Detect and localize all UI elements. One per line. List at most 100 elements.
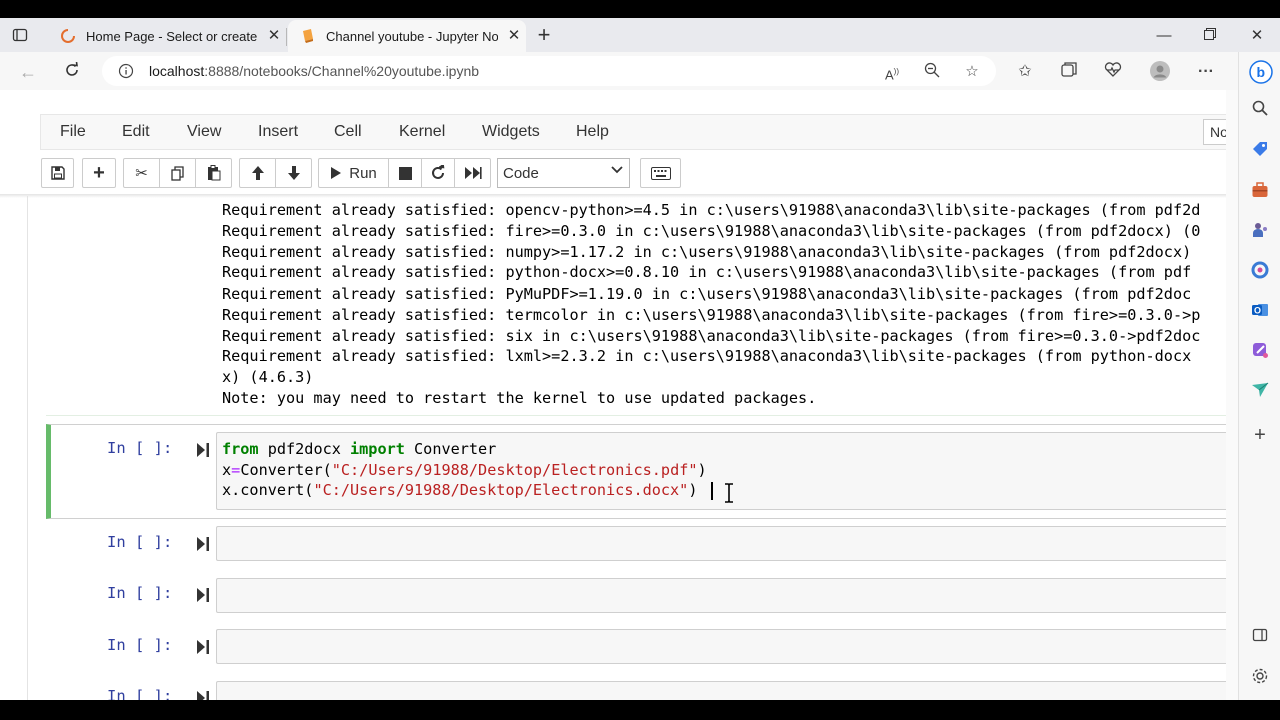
run-cell-icon[interactable] [196, 536, 210, 552]
output-line: Requirement already satisfied: python-do… [222, 263, 1192, 281]
settings-more-icon[interactable]: ··· [1195, 61, 1217, 83]
stop-icon [398, 166, 412, 180]
output-line: Requirement already satisfied: fire>=0.3… [222, 222, 1201, 240]
collections-icon[interactable] [1058, 61, 1080, 83]
save-button[interactable] [41, 158, 74, 188]
output-line: Requirement already satisfied: termcolor… [222, 306, 1201, 324]
save-icon [50, 166, 65, 180]
keyboard-icon [650, 166, 671, 180]
back-icon[interactable]: ← [16, 60, 40, 84]
cell-prompt: In [ ]: [107, 533, 173, 551]
tab-separator [286, 28, 287, 46]
sidebar-settings-gear-icon[interactable] [1249, 667, 1271, 689]
close-window-icon[interactable]: ✕ [1247, 26, 1267, 46]
cell-prompt: In [ ]: [107, 636, 173, 654]
output-line: Requirement already satisfied: six in c:… [222, 327, 1201, 345]
refresh-icon[interactable] [60, 60, 84, 84]
designer-icon[interactable] [1249, 341, 1271, 363]
bing-copilot-icon[interactable]: b [1249, 60, 1273, 84]
zoom-out-icon[interactable] [922, 62, 942, 82]
text-cursor [711, 482, 713, 500]
tab-channel-youtube[interactable]: Channel youtube - Jupyter Notebook ✕ [288, 20, 526, 52]
code-input-area[interactable] [216, 681, 1226, 700]
page-scrollbar[interactable] [1226, 90, 1238, 700]
jupyter-loading-icon [61, 29, 75, 43]
screen-bottom-bar [0, 700, 1280, 720]
cell-prompt: In [ ]: [107, 687, 173, 700]
profile-avatar-icon[interactable] [1149, 61, 1171, 83]
send-icon[interactable] [1249, 381, 1271, 403]
microsoft365-icon[interactable] [1249, 261, 1271, 283]
tab-title: Channel youtube - Jupyter Notebook [326, 28, 498, 44]
run-cell-icon[interactable] [196, 587, 210, 603]
tab-close-icon[interactable]: ✕ [266, 28, 282, 44]
output-line: Requirement already satisfied: lxml>=2.3… [222, 347, 1192, 365]
code-line-1: from pdf2docx import Converter [222, 440, 497, 458]
tools-briefcase-icon[interactable] [1249, 181, 1271, 203]
insert-cell-button[interactable]: + [82, 158, 116, 188]
play-icon [331, 167, 342, 179]
run-cell-icon[interactable] [196, 690, 210, 700]
jupyter-menubar: File Edit View Insert Cell Kernel Widget… [40, 114, 1226, 150]
toolbar-shadow [0, 194, 1226, 198]
favorite-star-icon[interactable]: ☆ [962, 62, 982, 82]
run-cell-icon[interactable] [196, 442, 210, 458]
cut-button[interactable]: ✂ [123, 158, 160, 188]
code-input-area[interactable] [216, 629, 1226, 664]
site-info-icon[interactable] [118, 63, 134, 79]
copy-icon [170, 165, 184, 181]
arrow-down-icon [287, 166, 300, 180]
kernel-indicator[interactable]: No [1203, 119, 1226, 145]
address-toolbar: ← localhost:8888/notebooks/Channel%20you… [0, 52, 1280, 90]
tab-actions-icon[interactable] [12, 27, 36, 47]
code-input-area[interactable] [216, 578, 1226, 613]
svg-text:O: O [1254, 306, 1261, 316]
search-icon[interactable] [1249, 100, 1271, 122]
output-line: Requirement already satisfied: PyMuPDF>=… [222, 285, 1192, 303]
menu-view[interactable]: View [187, 123, 221, 141]
url-text: localhost:8888/notebooks/Channel%20youtu… [149, 63, 480, 79]
tab-title: Home Page - Select or create a notebook [86, 28, 258, 44]
new-tab-icon[interactable]: + [532, 24, 556, 48]
arrow-up-icon [251, 166, 264, 180]
output-line: x) (4.6.3) [222, 368, 314, 386]
output-clipped-line [222, 180, 1226, 190]
add-sidebar-app-icon[interactable]: + [1249, 424, 1271, 446]
run-label: Run [349, 164, 377, 182]
tab-home-page[interactable]: Home Page - Select or create a notebook … [48, 20, 286, 52]
plus-icon: + [93, 161, 105, 184]
chevron-down-icon [611, 163, 623, 178]
menu-file[interactable]: File [60, 123, 86, 141]
restore-icon[interactable] [1200, 26, 1220, 46]
code-line-2: x=Converter("C:/Users/91988/Desktop/Elec… [222, 461, 707, 479]
menu-edit[interactable]: Edit [122, 123, 150, 141]
games-icon[interactable] [1249, 221, 1271, 243]
shopping-tag-icon[interactable] [1249, 140, 1271, 162]
copy-button[interactable] [159, 158, 196, 188]
run-cell-icon[interactable] [196, 639, 210, 655]
read-aloud-icon[interactable]: A)) [882, 62, 902, 82]
cell-divider [46, 415, 1226, 416]
fast-forward-icon [464, 167, 482, 179]
tab-close-icon[interactable]: ✕ [506, 28, 522, 44]
jupyter-logo-icon [44, 90, 74, 100]
browser-essentials-icon[interactable] [1102, 61, 1124, 83]
output-line: Note: you may need to restart the kernel… [222, 389, 817, 407]
menu-widgets[interactable]: Widgets [482, 123, 540, 141]
output-line: Requirement already satisfied: numpy>=1.… [222, 243, 1192, 261]
outlook-icon[interactable]: O [1249, 301, 1271, 323]
menu-insert[interactable]: Insert [258, 123, 298, 141]
code-line-3: x.convert("C:/Users/91988/Desktop/Electr… [222, 481, 698, 499]
menu-help[interactable]: Help [576, 123, 609, 141]
notebook-icon [303, 29, 313, 43]
jupyter-header [0, 90, 1226, 112]
cell-prompt: In [ ]: [107, 439, 173, 457]
hide-sidebar-icon[interactable] [1249, 627, 1271, 649]
minimize-icon[interactable]: — [1154, 26, 1174, 46]
tab-strip: Home Page - Select or create a notebook … [0, 18, 1280, 52]
favorites-icon[interactable]: ✩ [1014, 61, 1036, 83]
menu-cell[interactable]: Cell [334, 123, 362, 141]
address-bar[interactable]: localhost:8888/notebooks/Channel%20youtu… [102, 56, 996, 86]
menu-kernel[interactable]: Kernel [399, 123, 445, 141]
code-input-area[interactable] [216, 526, 1226, 561]
